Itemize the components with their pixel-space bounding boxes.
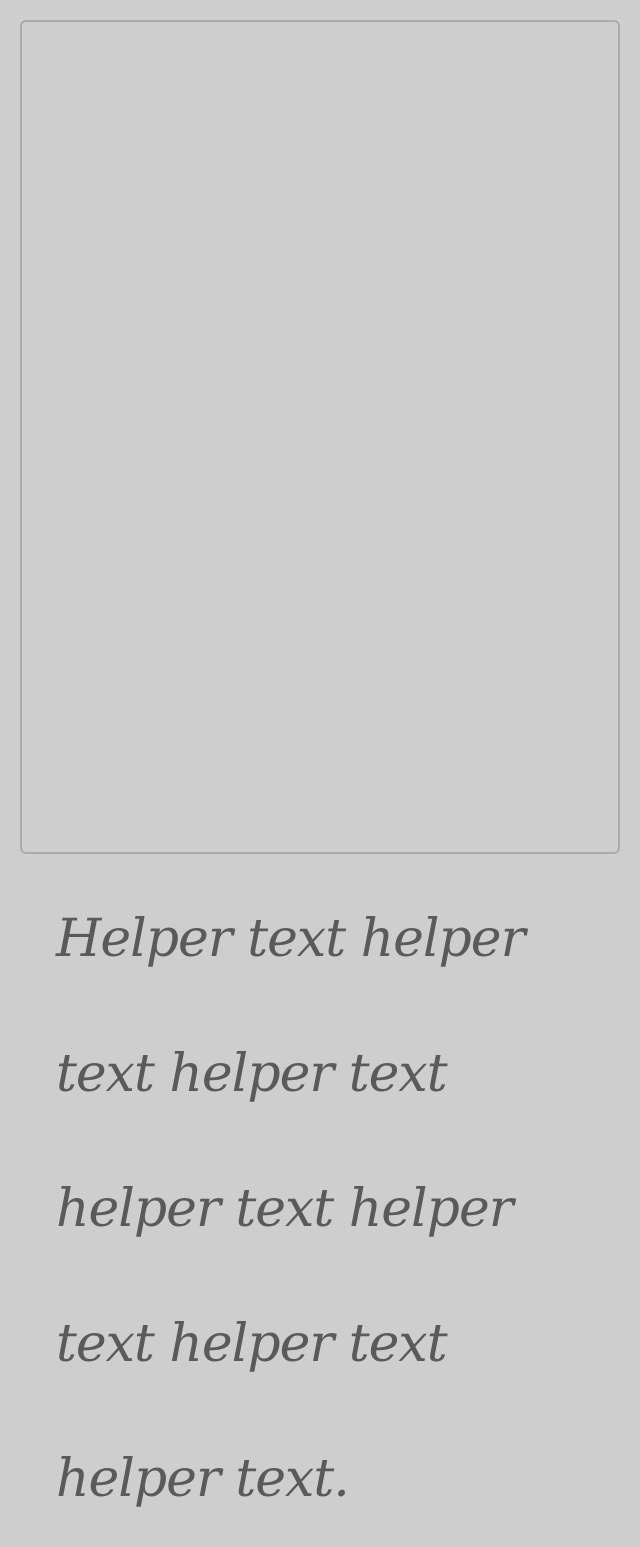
textarea-field[interactable] <box>20 20 620 854</box>
helper-text: Helper text helper text helper text help… <box>56 909 525 1509</box>
